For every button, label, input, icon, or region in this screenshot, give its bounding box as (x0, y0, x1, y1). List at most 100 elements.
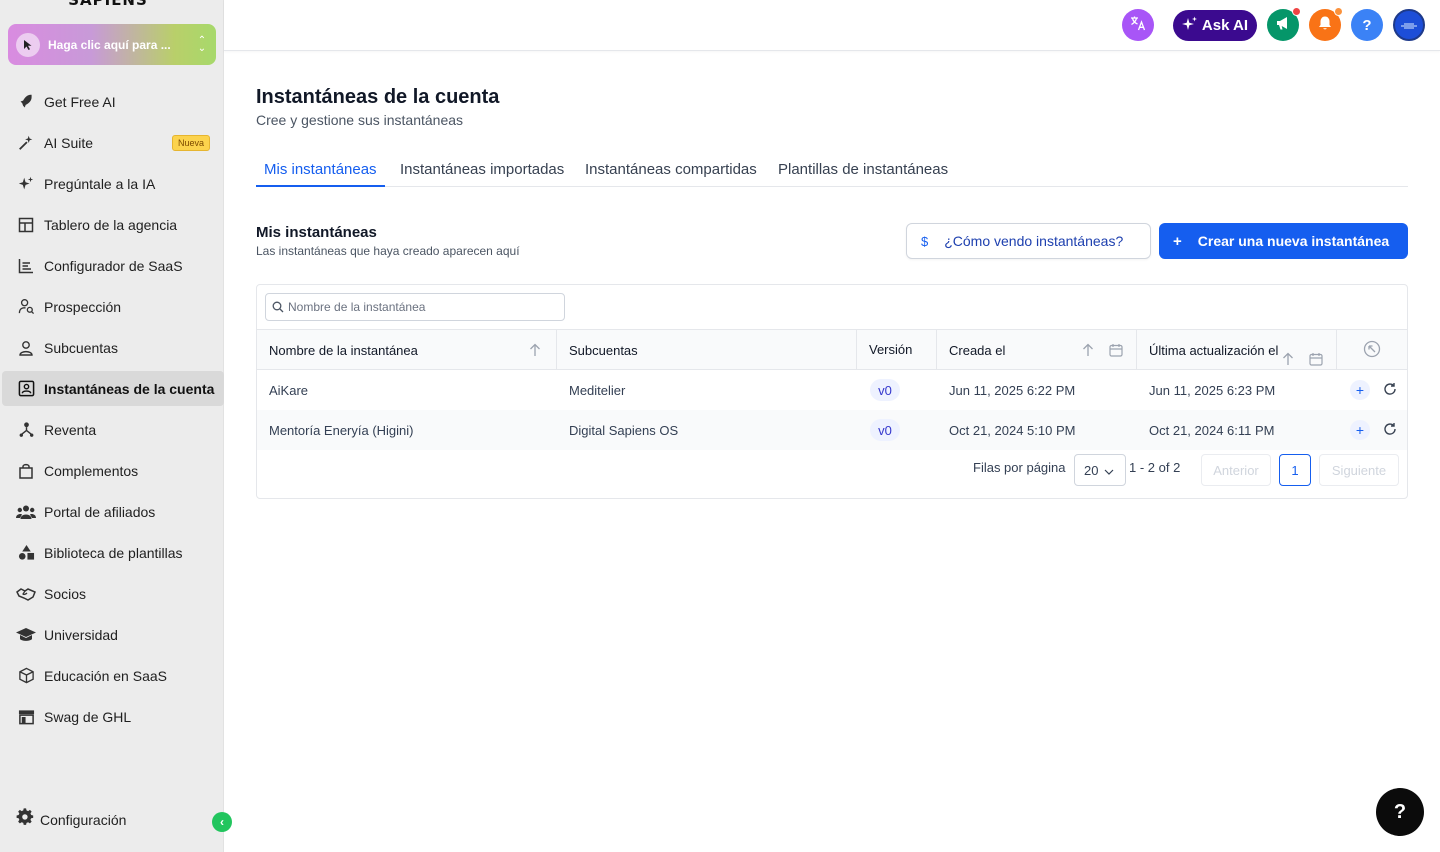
account-switcher[interactable]: Haga clic aquí para ... ⌃ ⌄ (8, 24, 216, 65)
sidebar-item-template-library[interactable]: Biblioteca de plantillas (2, 535, 224, 570)
page-number-button[interactable]: 1 (1279, 454, 1311, 486)
tab-imported-snapshots[interactable]: Instantáneas importadas (392, 153, 572, 187)
settings-link[interactable]: Configuración (16, 808, 126, 831)
tab-shared-snapshots[interactable]: Instantáneas compartidas (577, 153, 765, 187)
refresh-button[interactable] (1380, 380, 1400, 400)
snapshots-table-card: Nombre de la instantánea Subcuentas Vers… (256, 284, 1408, 499)
sidebar-item-label: Complementos (44, 462, 139, 479)
sort-arrow-up-icon[interactable] (529, 343, 541, 357)
sidebar-item-ask-ai[interactable]: Pregúntale a la IA (2, 166, 224, 201)
tab-my-snapshots[interactable]: Mis instantáneas (256, 153, 385, 187)
sidebar-item-label: Pregúntale a la IA (44, 175, 156, 192)
search-input[interactable] (288, 300, 548, 314)
notification-dot (1292, 7, 1301, 16)
sidebar-item-addons[interactable]: Complementos (2, 453, 224, 488)
section-subtitle: Las instantáneas que haya creado aparece… (256, 244, 520, 258)
gear-icon (16, 808, 34, 831)
notifications-button[interactable] (1309, 7, 1343, 41)
calendar-icon[interactable] (1109, 343, 1123, 357)
avatar[interactable] (1393, 9, 1425, 41)
create-snapshot-button[interactable]: + Crear una nueva instantánea (1159, 223, 1408, 259)
sidebar-item-get-free-ai[interactable]: Get Free AI (2, 84, 224, 119)
history-icon[interactable] (1363, 340, 1381, 361)
cell-name: AiKare (269, 382, 309, 398)
cell-subaccount: Digital Sapiens OS (569, 422, 679, 438)
brand-logo: SAPIENS (68, 0, 148, 9)
ask-ai-button[interactable]: Ask AI (1173, 10, 1257, 41)
column-label: Nombre de la instantánea (269, 342, 418, 358)
cursor-icon (16, 32, 40, 57)
table-header: Nombre de la instantánea Subcuentas Vers… (257, 329, 1407, 370)
column-label: Subcuentas (569, 342, 638, 358)
bag-icon (16, 461, 36, 481)
search-box (265, 293, 565, 321)
calendar-icon[interactable] (1309, 352, 1323, 366)
sort-arrow-up-icon[interactable] (1282, 352, 1294, 366)
sidebar-item-label: AI Suite (44, 134, 94, 151)
top-bar: Ask AI ? (224, 0, 1440, 51)
sidebar-item-saas-education[interactable]: Educación en SaaS (2, 658, 224, 693)
refresh-button[interactable] (1380, 420, 1400, 440)
sidebar-item-affiliate-portal[interactable]: Portal de afiliados (2, 494, 224, 529)
graduation-cap-icon (16, 625, 36, 645)
plus-icon: + (1355, 382, 1365, 398)
column-label: Última actualización el (1149, 343, 1279, 358)
table-row[interactable]: Mentoría Eneryía (Higini) Digital Sapien… (257, 410, 1407, 450)
how-sell-label: ¿Cómo vendo instantáneas? (944, 233, 1124, 249)
sidebar-item-university[interactable]: Universidad (2, 617, 224, 652)
chevron-left-icon: ‹ (220, 815, 224, 829)
ask-ai-label: Ask AI (1201, 17, 1249, 34)
how-sell-snapshots-button[interactable]: $ ¿Cómo vendo instantáneas? (906, 223, 1151, 259)
dollar-icon: $ (921, 233, 929, 249)
chevron-down-icon (1104, 463, 1114, 478)
collapse-sidebar-button[interactable]: ‹ (212, 812, 232, 832)
tab-snapshot-templates[interactable]: Plantillas de instantáneas (770, 153, 956, 187)
section-title: Mis instantáneas (256, 224, 377, 241)
megaphone-icon (1275, 15, 1291, 35)
sidebar-item-label: Prospección (44, 298, 122, 315)
handshake-icon (16, 584, 36, 604)
settings-label: Configuración (40, 811, 127, 828)
sidebar-item-resell[interactable]: Reventa (2, 412, 224, 447)
bell-icon (1317, 15, 1333, 35)
help-button[interactable]: ? (1351, 9, 1383, 41)
announcements-button[interactable] (1267, 7, 1301, 41)
users-icon (16, 502, 36, 522)
shapes-icon (16, 543, 36, 563)
sort-arrow-up-icon[interactable] (1082, 343, 1094, 357)
rows-per-page-label: Filas por página (973, 460, 1066, 475)
switcher-label: Haga clic aquí para ... (48, 37, 171, 52)
avatar-logo-icon (1400, 17, 1418, 34)
sidebar-item-label: Portal de afiliados (44, 503, 156, 520)
network-icon (16, 420, 36, 440)
sidebar-item-saas-configurator[interactable]: Configurador de SaaS (2, 248, 224, 283)
refresh-icon (1383, 422, 1397, 439)
add-button[interactable]: + (1350, 380, 1370, 400)
sidebar-item-ghl-swag[interactable]: Swag de GHL (2, 699, 224, 734)
table-row[interactable]: AiKare Meditelier v0 Jun 11, 2025 6:22 P… (257, 370, 1407, 410)
column-header-name[interactable]: Nombre de la instantánea (257, 330, 557, 370)
sidebar-item-label: Biblioteca de plantillas (44, 544, 183, 561)
previous-page-button[interactable]: Anterior (1201, 454, 1271, 486)
sidebar-item-prospecting[interactable]: Prospección (2, 289, 224, 324)
sidebar-item-ai-suite[interactable]: AI Suite Nueva (2, 125, 224, 160)
sparkles-icon (16, 174, 36, 194)
next-page-button[interactable]: Siguiente (1319, 454, 1399, 486)
help-chat-button[interactable]: ? (1376, 788, 1424, 836)
user-icon (16, 338, 36, 358)
sidebar-item-agency-dashboard[interactable]: Tablero de la agencia (2, 207, 224, 242)
translate-button[interactable] (1122, 9, 1154, 41)
page-title: Instantáneas de la cuenta (256, 86, 500, 108)
rows-per-page-select[interactable]: 20 (1074, 454, 1126, 486)
sidebar-item-label: Swag de GHL (44, 708, 132, 725)
column-header-updated[interactable]: Última actualización el (1137, 330, 1337, 370)
column-header-created[interactable]: Creada el (937, 330, 1137, 370)
sidebar-item-label: Educación en SaaS (44, 667, 167, 684)
cell-subaccount: Meditelier (569, 382, 626, 398)
sidebar-item-subaccounts[interactable]: Subcuentas (2, 330, 224, 365)
add-button[interactable]: + (1350, 420, 1370, 440)
sidebar-item-account-snapshots[interactable]: Instantáneas de la cuenta (2, 371, 224, 406)
page-range: 1 - 2 of 2 (1129, 460, 1181, 475)
sidebar-item-partners[interactable]: Socios (2, 576, 224, 611)
cell-updated: Oct 21, 2024 6:11 PM (1149, 422, 1275, 438)
